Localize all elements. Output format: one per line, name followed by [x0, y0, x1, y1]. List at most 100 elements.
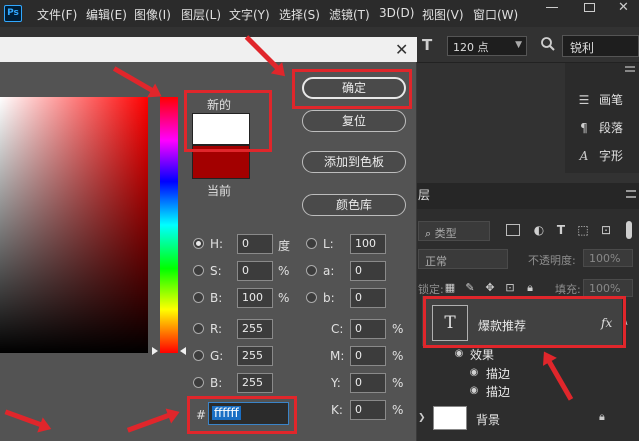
- menu-edit[interactable]: 编辑(E): [86, 6, 127, 23]
- paragraph-style-icon: ☰: [578, 93, 590, 107]
- b-input[interactable]: 100: [237, 288, 273, 308]
- background-layer-thumbnail: [433, 406, 467, 430]
- adjustment-filter-icon[interactable]: ◐: [531, 222, 547, 238]
- filter-type-label: 类型: [434, 227, 457, 240]
- font-size-select[interactable]: 120 点 ▼: [447, 36, 527, 56]
- s-unit: %: [278, 264, 290, 278]
- color-field[interactable]: [0, 97, 148, 353]
- radio-lab-b[interactable]: [306, 292, 317, 303]
- radio-s[interactable]: [193, 265, 204, 276]
- blue-input[interactable]: 255: [237, 373, 273, 393]
- color-libraries-button[interactable]: 颜色库: [302, 194, 406, 216]
- character-icon: A: [579, 149, 589, 163]
- y-input[interactable]: 0: [350, 373, 386, 393]
- lock-icon: 🔒︎: [599, 410, 605, 423]
- annotation-box-ok: [292, 69, 412, 109]
- opacity-input[interactable]: 100%: [583, 249, 633, 267]
- font-size-value: 120 点: [453, 41, 489, 54]
- lock-image-icon[interactable]: ✎: [463, 281, 477, 295]
- c-label: C:: [331, 322, 344, 336]
- blue-label: B:: [210, 376, 223, 390]
- panel-item-character[interactable]: A 字形: [575, 147, 623, 164]
- m-unit: %: [392, 349, 404, 363]
- eye-icon[interactable]: ◉: [467, 366, 481, 380]
- chevron-right-icon[interactable]: ❯: [418, 413, 426, 423]
- stroke-effect-2[interactable]: 描边: [486, 383, 510, 400]
- search-icon: ⌕: [425, 227, 432, 240]
- eye-icon[interactable]: ◉: [452, 347, 466, 361]
- panel-item-paragraph[interactable]: ¶ 段落: [575, 119, 623, 136]
- eye-icon[interactable]: ◉: [467, 384, 481, 398]
- menu-3d[interactable]: 3D(D): [379, 6, 414, 20]
- fill-input[interactable]: 100%: [583, 279, 633, 297]
- background-layer-name[interactable]: 背景: [476, 411, 500, 428]
- lock-artboard-icon[interactable]: ⊡: [503, 281, 517, 295]
- smart-object-filter-icon[interactable]: ⊡: [598, 222, 614, 238]
- lock-transparent-icon[interactable]: ▦: [443, 281, 457, 295]
- filter-toggle-icon[interactable]: [626, 221, 632, 239]
- menu-filter[interactable]: 滤镜(T): [329, 6, 370, 23]
- c-input[interactable]: 0: [350, 319, 386, 339]
- tab-layers[interactable]: 层: [418, 186, 430, 203]
- window-close-icon[interactable]: ✕: [618, 0, 629, 15]
- blend-mode-select[interactable]: 正常: [418, 249, 508, 269]
- l-input[interactable]: 100: [350, 234, 386, 254]
- close-icon[interactable]: ✕: [395, 40, 408, 59]
- menu-select[interactable]: 选择(S): [279, 6, 320, 23]
- text-orientation-icon[interactable]: T: [422, 36, 432, 54]
- lock-position-icon[interactable]: ✥: [483, 281, 497, 295]
- radio-blue[interactable]: [193, 377, 204, 388]
- panel-grip-icon[interactable]: [625, 66, 635, 72]
- hue-slider[interactable]: [160, 97, 178, 353]
- radio-a[interactable]: [306, 265, 317, 276]
- radio-h[interactable]: [193, 238, 204, 249]
- photoshop-logo: Ps: [4, 5, 22, 22]
- layer-filter-select[interactable]: ⌕ 类型: [418, 221, 490, 241]
- panel-menu-icon[interactable]: [626, 190, 636, 198]
- add-to-swatches-button[interactable]: 添加到色板: [302, 151, 406, 173]
- anti-alias-select[interactable]: 锐利: [562, 35, 639, 57]
- s-input[interactable]: 0: [237, 261, 273, 281]
- search-icon[interactable]: [540, 36, 556, 55]
- radio-b[interactable]: [193, 292, 204, 303]
- lock-all-icon[interactable]: 🔒︎: [523, 281, 537, 295]
- k-input[interactable]: 0: [350, 400, 386, 420]
- reset-button[interactable]: 复位: [302, 110, 406, 132]
- shape-filter-icon[interactable]: ⬚: [575, 222, 591, 238]
- menu-file[interactable]: 文件(F): [37, 6, 77, 23]
- panel-item-brush[interactable]: ☰ 画笔: [575, 91, 623, 108]
- a-input[interactable]: 0: [350, 261, 386, 281]
- panel-item-label: 画笔: [599, 93, 624, 107]
- minimize-icon[interactable]: [546, 7, 558, 8]
- radio-l[interactable]: [306, 238, 317, 249]
- opacity-label: 不透明度:: [528, 254, 576, 267]
- panel-item-label: 字形: [599, 149, 624, 163]
- panel-item-label: 段落: [599, 121, 624, 135]
- lab-b-input[interactable]: 0: [350, 288, 386, 308]
- menu-layer[interactable]: 图层(L): [181, 6, 221, 23]
- h-input[interactable]: 0: [237, 234, 273, 254]
- menu-view[interactable]: 视图(V): [422, 6, 464, 23]
- layers-tabbar: [417, 183, 639, 209]
- slider-right-handle-icon[interactable]: [180, 347, 186, 355]
- h-label: H:: [210, 237, 224, 251]
- pixel-filter-icon[interactable]: [506, 224, 520, 236]
- maximize-icon[interactable]: [584, 3, 595, 12]
- menu-image[interactable]: 图像(I): [134, 6, 171, 23]
- slider-left-handle-icon[interactable]: [152, 347, 158, 355]
- s-label: S:: [210, 264, 222, 278]
- type-filter-icon[interactable]: T: [553, 222, 569, 238]
- m-input[interactable]: 0: [350, 346, 386, 366]
- radio-r[interactable]: [193, 323, 204, 334]
- radio-g[interactable]: [193, 350, 204, 361]
- stroke-effect-1[interactable]: 描边: [486, 365, 510, 382]
- menu-type[interactable]: 文字(Y): [229, 6, 270, 23]
- r-input[interactable]: 255: [237, 319, 273, 339]
- r-label: R:: [210, 322, 223, 336]
- g-input[interactable]: 255: [237, 346, 273, 366]
- current-color-label: 当前: [207, 184, 232, 198]
- annotation-box-text-layer: [423, 296, 626, 348]
- y-unit: %: [392, 376, 404, 390]
- lock-label: 锁定:: [418, 283, 444, 296]
- menu-window[interactable]: 窗口(W): [473, 6, 518, 23]
